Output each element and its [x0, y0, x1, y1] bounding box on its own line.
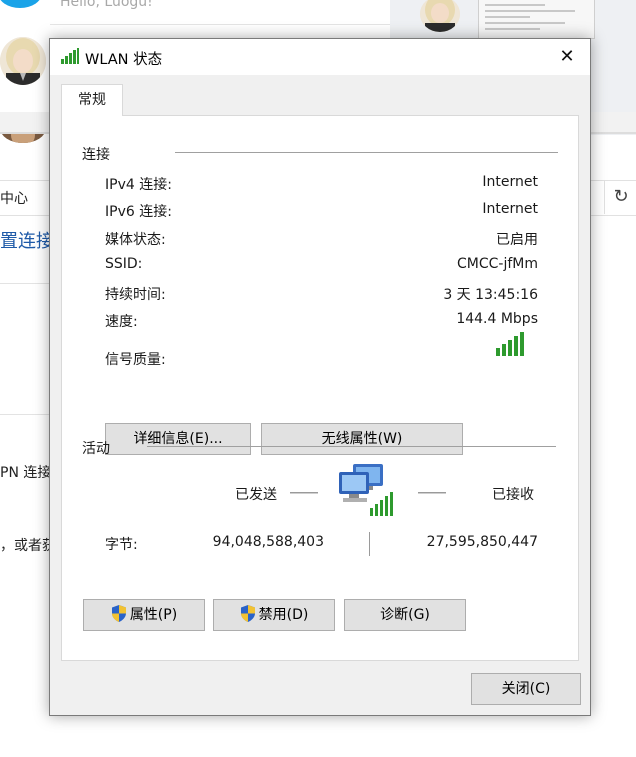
connection-group-label: 连接 — [82, 147, 110, 163]
greeting-text: Hello, Luogu! — [60, 0, 153, 10]
network-computers-icon — [339, 464, 393, 516]
ipv6-label: IPv6 连接: — [105, 204, 172, 220]
close-icon[interactable]: ✕ — [544, 39, 590, 75]
uac-shield-icon — [240, 605, 255, 622]
received-label: 已接收 — [492, 487, 534, 503]
received-line — [418, 492, 446, 494]
sent-line — [290, 492, 318, 494]
contact-avatar[interactable] — [0, 37, 46, 85]
group-separator — [147, 446, 556, 447]
vpn-text: PN 连接 — [0, 465, 52, 481]
disable-button-label: 禁用(D) — [258, 607, 309, 623]
bytes-sent-value: 94,048,588,403 — [212, 534, 324, 550]
setup-connection-link[interactable]: 置连接 — [0, 227, 54, 253]
bytes-label: 字节: — [105, 537, 138, 553]
ipv4-label: IPv4 连接: — [105, 177, 172, 193]
refresh-icon[interactable]: ↻ — [604, 180, 636, 214]
properties-button[interactable]: 属性(P) — [83, 599, 205, 631]
divider — [0, 283, 50, 284]
ipv4-value: Internet — [482, 174, 538, 190]
wifi-signal-icon — [61, 48, 79, 64]
signal-quality-label: 信号质量: — [105, 352, 166, 368]
details-button[interactable]: 详细信息(E)... — [105, 423, 251, 455]
title-bar[interactable]: WLAN 状态 ✕ — [50, 39, 590, 75]
properties-button-label: 属性(P) — [129, 607, 178, 623]
activity-group-label: 活动 — [82, 441, 110, 457]
ssid-label: SSID: — [105, 256, 143, 272]
speed-label: 速度: — [105, 314, 138, 330]
dialog-title: WLAN 状态 — [85, 52, 163, 68]
general-tab-panel: 连接 IPv4 连接: Internet IPv6 连接: Internet 媒… — [61, 115, 579, 661]
divider — [50, 24, 390, 25]
tab-general[interactable]: 常规 — [61, 84, 123, 116]
media-state-value: 已启用 — [496, 232, 538, 248]
close-button[interactable]: 关闭(C) — [471, 673, 581, 705]
uac-shield-icon — [111, 605, 126, 622]
speed-value: 144.4 Mbps — [456, 311, 538, 327]
signal-strength-icon — [496, 332, 524, 356]
duration-label: 持续时间: — [105, 287, 166, 303]
ipv6-value: Internet — [482, 201, 538, 217]
sent-label: 已发送 — [235, 487, 277, 503]
window-thumbnail[interactable] — [478, 0, 595, 39]
divider — [0, 414, 50, 415]
diagnose-button[interactable]: 诊断(G) — [344, 599, 466, 631]
wlan-status-dialog: WLAN 状态 ✕ 常规 连接 IPv4 连接: Internet IPv6 连… — [49, 38, 591, 716]
breadcrumb[interactable]: 中心 — [0, 188, 28, 208]
description-text: ，或者获 — [0, 538, 56, 554]
bytes-received-value: 27,595,850,447 — [426, 534, 538, 550]
wireless-properties-button[interactable]: 无线属性(W) — [261, 423, 463, 455]
group-separator — [175, 152, 558, 153]
bytes-divider — [369, 532, 370, 556]
duration-value: 3 天 13:45:16 — [443, 287, 538, 303]
background-header — [0, 0, 390, 22]
ssid-value: CMCC-jfMm — [457, 256, 538, 272]
disable-button[interactable]: 禁用(D) — [213, 599, 335, 631]
media-state-label: 媒体状态: — [105, 232, 166, 248]
